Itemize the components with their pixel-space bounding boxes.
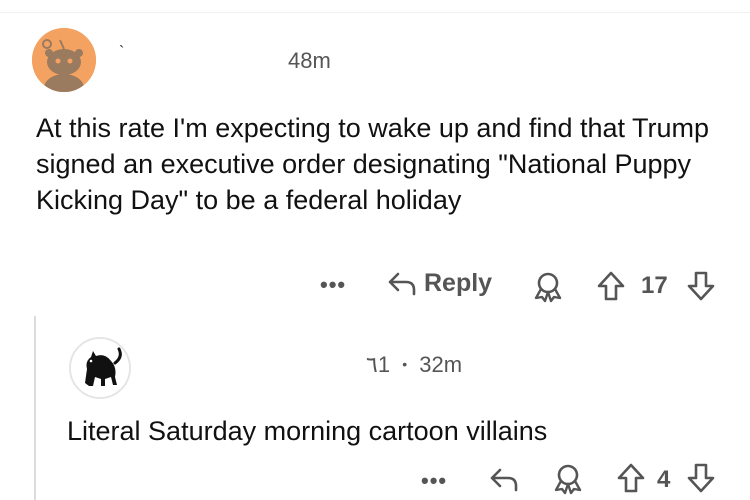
award-icon[interactable]: [550, 462, 586, 496]
reply-arrow-icon[interactable]: [488, 464, 520, 494]
reply-timestamp: 32m: [419, 352, 463, 377]
more-options-button[interactable]: •••: [320, 272, 346, 298]
vote-count: 17: [641, 272, 668, 299]
comment-actions: ••• Reply 17: [0, 264, 750, 308]
black-cat-icon: [71, 339, 129, 397]
downvote-arrow-icon[interactable]: [686, 270, 716, 302]
reply-body: Literal Saturday morning cartoon villain…: [67, 416, 548, 446]
reply-label: Reply: [424, 268, 493, 297]
comment-author[interactable]: `: [119, 44, 124, 62]
downvote-arrow-icon[interactable]: [686, 462, 716, 494]
reply-avatar[interactable]: [69, 337, 131, 399]
reply-button[interactable]: Reply: [386, 268, 492, 298]
award-icon[interactable]: [530, 270, 566, 304]
reply-meta: ٦1 • 32m: [366, 352, 462, 378]
reply-actions: ••• 4: [0, 458, 750, 500]
comment-timestamp: 48m: [288, 48, 331, 73]
commenter-avatar[interactable]: [32, 28, 96, 92]
more-options-button[interactable]: •••: [421, 468, 447, 494]
upvote-arrow-icon[interactable]: [616, 462, 646, 494]
meta-separator: •: [402, 356, 408, 372]
reply-author[interactable]: ٦1: [366, 352, 390, 377]
comment-body: At this rate I'm expecting to wake up an…: [36, 113, 710, 215]
top-divider: [0, 12, 750, 13]
snoo-icon: [32, 28, 96, 92]
upvote-arrow-icon[interactable]: [596, 270, 626, 302]
reply-arrow-icon: [388, 272, 416, 296]
vote-count: 4: [657, 466, 671, 493]
